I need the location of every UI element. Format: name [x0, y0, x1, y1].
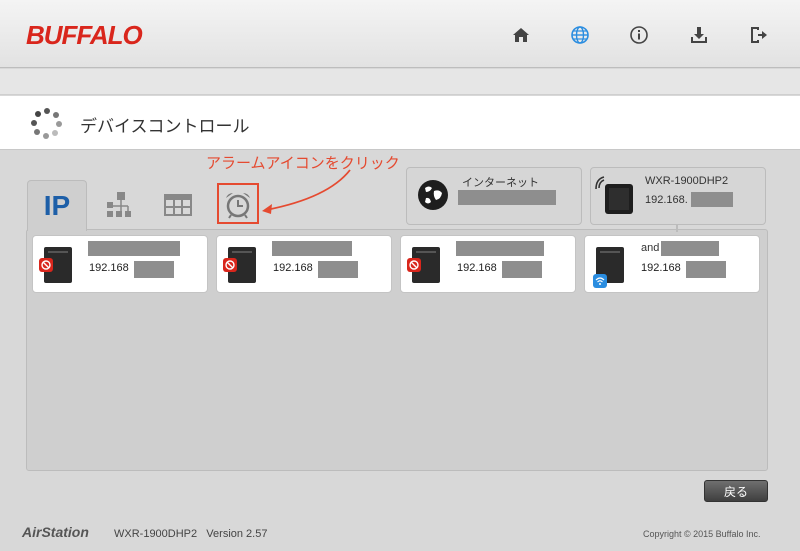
info-icon[interactable] — [626, 22, 652, 48]
device-ip-masked — [134, 261, 174, 278]
device-ip: 192.168 — [273, 262, 313, 274]
buffalo-logo: BUFFALO — [26, 20, 143, 50]
device-card[interactable]: 192.168 — [216, 235, 392, 293]
copyright: Copyright © 2015 Buffalo Inc. — [643, 529, 761, 539]
blocked-icon — [39, 258, 53, 272]
device-ip-masked — [502, 261, 542, 278]
tab-network-map[interactable] — [88, 180, 148, 230]
device-name: and — [641, 242, 660, 254]
grid-icon — [164, 194, 192, 216]
device-card[interactable]: 192.168 — [400, 235, 576, 293]
router-icon — [595, 176, 633, 214]
router-ip: 192.168. — [645, 194, 688, 206]
logout-icon[interactable] — [745, 22, 771, 48]
device-ip-masked — [318, 261, 358, 278]
page-title-bar: デバイスコントロール — [0, 96, 800, 150]
device-ip: 192.168 — [641, 262, 681, 274]
blocked-icon — [223, 258, 237, 272]
internet-address-masked — [458, 190, 556, 205]
annotation-arrow — [262, 169, 351, 214]
device-card[interactable]: and 192.168 — [584, 235, 760, 293]
globe-icon[interactable] — [567, 22, 593, 48]
device-name-masked — [88, 241, 180, 256]
router-status[interactable]: WXR-1900DHP2 192.168. — [590, 167, 766, 225]
network-map-icon — [107, 192, 131, 217]
router-model: WXR-1900DHP2 — [645, 175, 729, 187]
device-ip: 192.168 — [89, 262, 129, 274]
connector-line — [676, 224, 678, 232]
device-name-masked — [456, 241, 544, 256]
alarm-highlight-box — [217, 183, 259, 224]
model-version: WXR-1900DHP2 Version 2.57 — [114, 528, 268, 540]
internet-label: インターネット — [462, 177, 539, 189]
internet-globe-icon — [418, 180, 448, 210]
tab-grid[interactable] — [148, 180, 208, 230]
device-name-masked — [272, 241, 352, 256]
airstation-logo: AirStation — [22, 524, 89, 540]
router-ip-masked — [691, 192, 733, 207]
device-ip: 192.168 — [457, 262, 497, 274]
page-title: デバイスコントロール — [80, 117, 250, 136]
blocked-icon — [407, 258, 421, 272]
back-button[interactable]: 戻る — [704, 480, 768, 502]
device-name-masked — [661, 241, 719, 256]
device-ip-masked — [686, 261, 726, 278]
tab-ip[interactable]: IP — [27, 180, 87, 231]
device-card[interactable]: 192.168 — [32, 235, 208, 293]
home-icon[interactable] — [508, 22, 534, 48]
sub-bar — [0, 69, 800, 95]
tab-ip-label: IP — [43, 190, 71, 221]
internet-status[interactable]: インターネット — [406, 167, 582, 225]
download-icon[interactable] — [686, 22, 712, 48]
loading-dots-icon — [30, 106, 64, 140]
wifi-icon — [593, 274, 607, 288]
